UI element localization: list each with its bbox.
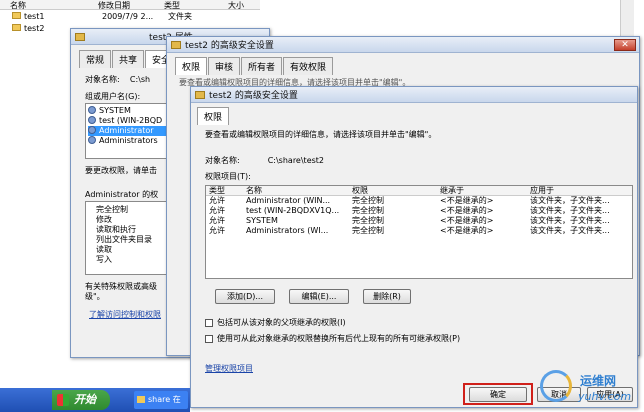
advanced-titlebar-front[interactable]: test2 的高级安全设置 xyxy=(191,87,637,103)
tab-effective[interactable]: 有效权限 xyxy=(283,57,334,75)
tab-auditing[interactable]: 审核 xyxy=(208,57,241,75)
manage-permissions-link[interactable]: 管理权限项目 xyxy=(205,363,253,374)
add-button[interactable]: 添加(D)... xyxy=(215,289,275,304)
learn-link[interactable]: 了解访问控制和权限 xyxy=(89,309,161,320)
folder-icon xyxy=(171,40,181,49)
inherit-checkbox[interactable] xyxy=(205,318,213,327)
advanced-titlebar[interactable]: test2 的高级安全设置 xyxy=(167,37,639,53)
special-text-2: 级"。 xyxy=(85,292,105,301)
watermark-url: yuhv.com xyxy=(578,390,632,403)
taskbar-item[interactable]: share 在 xyxy=(134,391,188,409)
folder-icon xyxy=(75,32,85,41)
ok-button[interactable]: 确定 xyxy=(469,387,527,402)
tab-permissions-front[interactable]: 权限 xyxy=(197,107,230,125)
windows-logo-icon xyxy=(57,394,69,406)
perm-label: Administrator 的权 xyxy=(85,190,159,199)
change-text: 要更改权限，请单击 xyxy=(85,166,157,175)
advanced-security-dialog: test2 的高级安全设置 权限 要查看或编辑权限项目的详细信息，请选择该项目并… xyxy=(190,86,638,408)
tab-owner[interactable]: 所有者 xyxy=(241,57,283,75)
folder-icon xyxy=(12,12,21,19)
table-row[interactable]: 允许 SYSTEM 完全控制 <不是继承的> 该文件夹，子文件夹... xyxy=(206,216,632,226)
remove-button[interactable]: 删除(R) xyxy=(363,289,411,304)
replace-checkbox[interactable] xyxy=(205,334,213,343)
replace-checkbox-row[interactable]: 使用可从此对象继承的权限替换所有后代上现有的所有可继承权限(P) xyxy=(205,333,460,344)
entries-label: 权限项目(T): xyxy=(205,172,251,181)
col-modified[interactable]: 修改日期 xyxy=(98,0,164,10)
explorer-row[interactable]: test1 2009/7/9 2... 文件夹 xyxy=(12,12,192,22)
watermark-logo xyxy=(540,370,572,402)
object-name-row: 对象名称: C:\share\test2 xyxy=(205,156,325,165)
table-row[interactable]: 允许 Administrators (WI... 完全控制 <不是继承的> 该文件夹，子… xyxy=(206,226,632,236)
group-label: 组或用户名(G): xyxy=(85,92,141,101)
tab-general[interactable]: 常规 xyxy=(79,50,112,68)
object-name-label: 对象名称: C:\sh xyxy=(85,75,151,84)
close-icon[interactable]: ✕ xyxy=(614,39,636,51)
folder-icon xyxy=(12,24,21,31)
user-icon xyxy=(88,126,96,134)
permission-entries-table[interactable]: 类型 名称 权限 继承于 应用于 允许 Administrator (WIN...… xyxy=(205,185,633,279)
col-size[interactable]: 大小 xyxy=(228,0,258,10)
user-icon xyxy=(88,116,96,124)
watermark-text: 运维网 xyxy=(580,374,617,388)
explorer-header: 名称 修改日期 类型 大小 xyxy=(0,0,260,10)
start-button[interactable]: 开始 xyxy=(52,390,110,410)
inherit-checkbox-row[interactable]: 包括可从该对象的父项继承的权限(I) xyxy=(205,317,346,328)
col-name[interactable]: 名称 xyxy=(0,0,98,10)
intro-text: 要查看或编辑权限项目的详细信息，请选择该项目并单击"编辑"。 xyxy=(205,130,437,139)
folder-icon xyxy=(137,396,145,403)
edit-button[interactable]: 编辑(E)... xyxy=(289,289,349,304)
table-row[interactable]: 允许 Administrator (WIN... 完全控制 <不是继承的> 该文件夹，子… xyxy=(206,196,632,206)
group-icon xyxy=(88,136,96,144)
table-header: 类型 名称 权限 继承于 应用于 xyxy=(206,186,632,196)
table-row[interactable]: 允许 test (WIN-2BQDXV1Q... 完全控制 <不是继承的> 该文件夹，子… xyxy=(206,206,632,216)
user-icon xyxy=(88,106,96,114)
tab-sharing[interactable]: 共享 xyxy=(112,50,145,68)
tab-permissions[interactable]: 权限 xyxy=(175,57,208,75)
explorer-row-selected[interactable]: test2 xyxy=(12,24,64,34)
col-type[interactable]: 类型 xyxy=(164,0,228,10)
folder-icon xyxy=(195,90,205,99)
taskbar: 开始 share 在 xyxy=(0,388,190,412)
